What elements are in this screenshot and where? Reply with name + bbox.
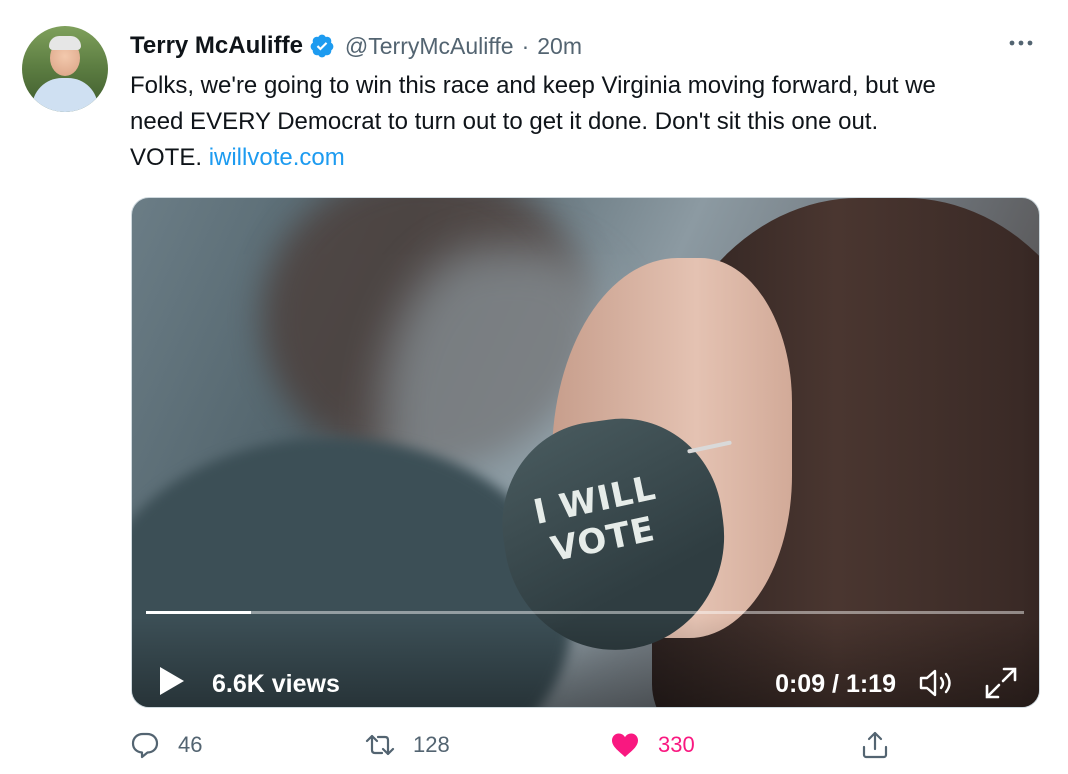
tweet: Terry McAuliffe @TerryMcAuliffe · 20m Fo… <box>0 0 1068 774</box>
fullscreen-icon[interactable] <box>983 665 1019 701</box>
tweet-link[interactable]: iwillvote.com <box>209 144 345 171</box>
avatar[interactable] <box>22 26 108 112</box>
reply-icon <box>131 732 159 759</box>
like-button[interactable]: 330 <box>610 730 695 760</box>
retweet-icon <box>365 734 395 756</box>
tweet-text: Folks, we're going to win this race and … <box>130 68 1050 176</box>
timestamp[interactable]: 20m <box>537 33 582 60</box>
volume-icon[interactable] <box>918 668 956 698</box>
separator-dot: · <box>521 32 530 59</box>
retweet-button[interactable]: 128 <box>365 730 450 760</box>
video-duration: 0:09 / 1:19 <box>775 670 896 698</box>
view-count: 6.6K views <box>212 670 340 698</box>
retweet-count: 128 <box>413 732 450 757</box>
tweet-header: Terry McAuliffe @TerryMcAuliffe · 20m <box>130 30 582 62</box>
more-icon[interactable] <box>1006 28 1036 58</box>
avatar-hair <box>49 36 81 50</box>
reply-button[interactable]: 46 <box>130 730 202 760</box>
heart-icon <box>612 733 638 757</box>
share-icon <box>862 731 888 759</box>
share-button[interactable] <box>860 730 908 760</box>
reply-count: 46 <box>178 732 203 757</box>
video-player[interactable]: I WILL VOTE 6.6K views 0:09 / 1:19 <box>131 197 1040 708</box>
play-icon[interactable] <box>156 665 188 697</box>
tweet-actions: 46 128 330 <box>130 730 890 770</box>
video-controls: 6.6K views 0:09 / 1:19 <box>132 617 1039 707</box>
author-name[interactable]: Terry McAuliffe <box>130 32 303 60</box>
video-progress-fill <box>146 611 252 614</box>
avatar-shirt <box>32 78 98 112</box>
author-handle[interactable]: @TerryMcAuliffe <box>345 33 514 60</box>
like-count: 330 <box>658 732 695 757</box>
verified-badge-icon <box>310 34 334 58</box>
video-progress-bar[interactable] <box>146 611 1024 614</box>
